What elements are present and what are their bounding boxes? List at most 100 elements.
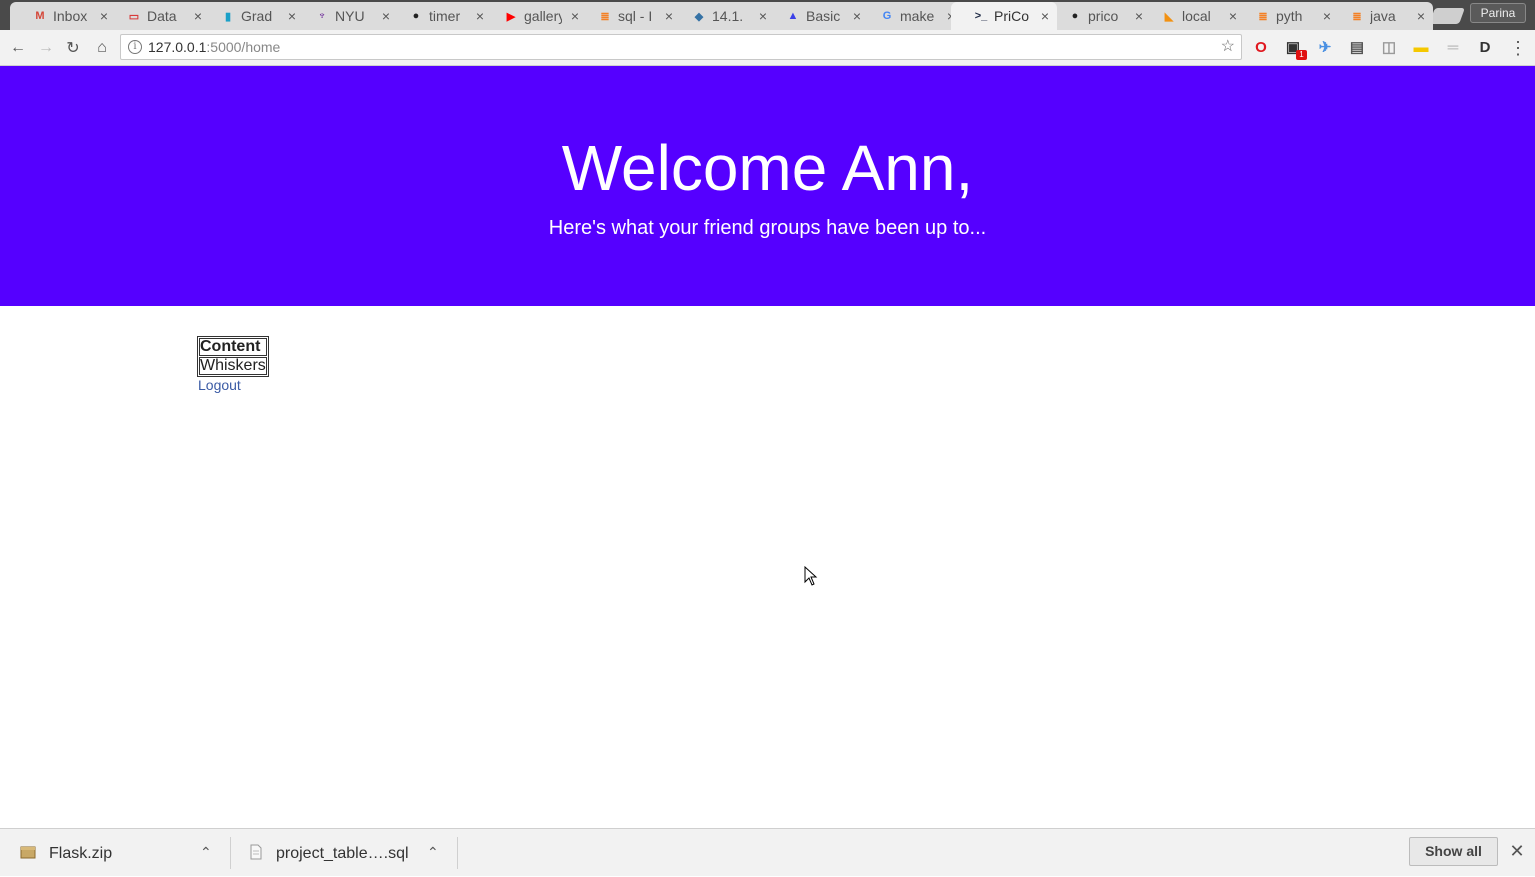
tab-close-icon[interactable]: × <box>473 8 487 24</box>
tab-title: Basic <box>806 8 841 24</box>
browser-tab[interactable]: ● timer × <box>386 2 492 30</box>
mouse-cursor-icon <box>804 566 818 586</box>
chevron-up-icon[interactable]: ⌃ <box>427 843 439 861</box>
terminal-icon: >_ <box>974 10 988 22</box>
download-item[interactable]: project_table….sql ⌃ <box>231 829 457 877</box>
tab-close-icon[interactable]: × <box>285 8 299 24</box>
tab-close-icon[interactable]: × <box>756 8 770 24</box>
phpmyadmin-icon: ◣ <box>1164 10 1174 23</box>
browser-tab[interactable]: ◆ 14.1. × <box>669 2 775 30</box>
browser-tab[interactable]: Gmake× <box>857 2 963 30</box>
content-table: Content Whiskers <box>197 336 269 377</box>
browser-tab[interactable]: ◣ local × <box>1139 2 1245 30</box>
close-icon[interactable]: ✕ <box>1508 842 1526 860</box>
browser-tab-strip: M Inbox × ▭ Data × ▮ Grad × ♆ NYU × ● timer × ▶ gallery ×… <box>0 0 1535 30</box>
data-icon: ▭ <box>128 10 140 23</box>
tab-title: NYU <box>335 8 365 24</box>
tab-close-icon[interactable]: × <box>191 8 205 24</box>
forward-arrow-icon[interactable]: → <box>36 38 56 58</box>
table-cell: Whiskers <box>199 357 267 375</box>
tab-title: gallery <box>524 8 562 24</box>
chevron-up-icon[interactable]: ⌃ <box>200 843 212 861</box>
bar-chart-icon: ▮ <box>224 10 232 23</box>
bookmark-star-icon[interactable]: ☆ <box>1221 38 1235 56</box>
reload-icon[interactable]: ↻ <box>63 38 83 58</box>
google-icon: G <box>882 10 892 22</box>
tab-title: local <box>1182 8 1211 24</box>
camera-icon[interactable]: ◫ <box>1381 39 1397 56</box>
tab-close-icon[interactable]: × <box>97 8 111 24</box>
tab-title: 14.1. <box>712 8 744 24</box>
browser-tab[interactable]: ≣ java × <box>1327 2 1433 30</box>
back-arrow-icon[interactable]: ← <box>8 38 28 58</box>
browser-tab[interactable]: ● prico × <box>1045 2 1151 30</box>
tab-title: make <box>900 8 935 24</box>
extension-badge-count: 1 <box>1296 50 1307 60</box>
tab-close-icon[interactable]: × <box>568 8 582 24</box>
home-icon[interactable]: ⌂ <box>92 38 112 58</box>
gmail-icon: M <box>35 10 45 22</box>
tab-close-icon[interactable]: × <box>850 8 864 24</box>
url-text[interactable]: 127.0.0.1:5000/home <box>148 39 280 55</box>
github-icon: ● <box>1071 10 1079 22</box>
tab-close-icon[interactable]: × <box>1132 8 1146 24</box>
download-filename: project_table….sql <box>276 845 409 862</box>
table-row: Whiskers <box>199 357 267 375</box>
browser-tab[interactable]: ≣ sql - I × <box>575 2 681 30</box>
url-path: :5000/home <box>206 39 281 55</box>
browser-tab[interactable]: ▶ gallery × <box>481 2 587 30</box>
tab-title: timer <box>429 8 461 24</box>
sql-file-icon <box>250 844 262 860</box>
address-bar[interactable]: i 127.0.0.1:5000/home ☆ <box>120 34 1242 60</box>
nyu-icon: ♆ <box>317 10 327 22</box>
browser-tab[interactable]: ▭ Data × <box>104 2 210 30</box>
tab-title: sql - I <box>618 8 653 24</box>
browser-tab[interactable]: ▮ Grad × <box>198 2 304 30</box>
tab-close-icon[interactable]: × <box>662 8 676 24</box>
github-icon: ● <box>412 10 420 22</box>
browser-tab[interactable]: >_ PriCo × <box>951 2 1057 30</box>
compass-icon[interactable]: ✈ <box>1317 39 1333 56</box>
tab-close-icon[interactable]: × <box>1226 8 1240 24</box>
clipboard-icon[interactable]: ▤ <box>1349 39 1365 56</box>
tab-close-icon[interactable]: × <box>1038 8 1052 24</box>
tab-close-icon[interactable]: × <box>1320 8 1334 24</box>
opera-icon[interactable]: O <box>1253 39 1269 56</box>
sticky-note-icon[interactable]: ▬ <box>1413 39 1429 56</box>
tab-title: Inbox <box>53 8 88 24</box>
atlassian-icon: ▲ <box>787 10 799 22</box>
tab-title: Data <box>147 8 177 24</box>
youtube-icon: ▶ <box>506 10 516 23</box>
tab-title: java <box>1370 8 1396 24</box>
tab-close-icon[interactable]: × <box>379 8 393 24</box>
menu-dots-icon[interactable]: ⋮ <box>1508 38 1528 58</box>
download-item[interactable]: Flask.zip ⌃ <box>0 829 230 877</box>
site-info-icon[interactable]: i <box>128 40 142 54</box>
browser-tab[interactable]: ≣ pyth × <box>1233 2 1339 30</box>
show-all-button[interactable]: Show all <box>1409 837 1498 866</box>
browser-toolbar: ← → ↻ ⌂ i 127.0.0.1:5000/home ☆ O ▣ ✈ ▤ ◫ ▬ ═ D… <box>0 30 1535 66</box>
divider <box>457 837 458 869</box>
shelf-icon[interactable]: ═ <box>1445 39 1461 56</box>
welcome-heading: Welcome Ann, <box>561 132 974 204</box>
zip-file-icon <box>20 846 36 859</box>
tab-title: prico <box>1088 8 1119 24</box>
browser-tab[interactable]: M Inbox × <box>10 2 116 30</box>
profile-button[interactable]: Parina <box>1470 3 1526 23</box>
stackoverflow-icon: ≣ <box>1258 10 1268 23</box>
logout-link[interactable]: Logout <box>198 377 241 393</box>
tab-close-icon[interactable]: × <box>1414 8 1428 24</box>
stackoverflow-icon: ≣ <box>600 10 610 23</box>
welcome-banner: Welcome Ann, Here's what your friend gro… <box>0 66 1535 306</box>
tab-title: Grad <box>241 8 273 24</box>
welcome-subheading: Here's what your friend groups have been… <box>548 217 987 239</box>
tab-title: pyth <box>1276 8 1303 24</box>
new-tab-button[interactable] <box>1429 8 1465 24</box>
url-host: 127.0.0.1 <box>148 39 207 55</box>
dashlane-icon[interactable]: D <box>1477 39 1493 56</box>
tab-title: PriCo <box>994 8 1030 24</box>
stackoverflow-icon: ≣ <box>1352 10 1362 23</box>
download-shelf: Flask.zip ⌃ project_table….sql ⌃ Show al… <box>0 828 1535 876</box>
browser-tab[interactable]: ♆ NYU × <box>292 2 398 30</box>
browser-tab[interactable]: ▲ Basic × <box>763 2 869 30</box>
